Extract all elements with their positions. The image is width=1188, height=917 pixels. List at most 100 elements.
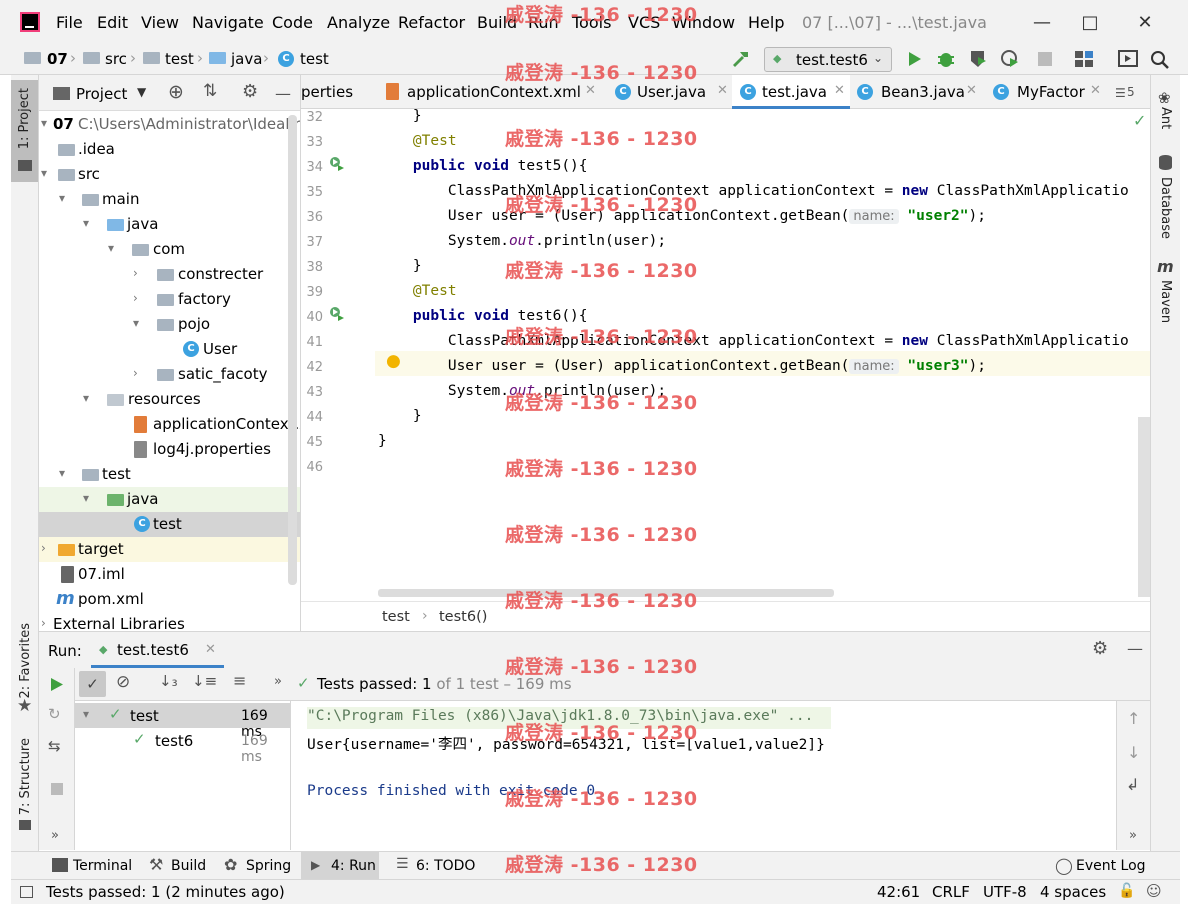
tree-item-pom[interactable]: m pom.xml: [39, 587, 300, 612]
tree-item-idea[interactable]: .idea: [39, 137, 300, 162]
rerun-icon[interactable]: [50, 677, 64, 692]
tree-item-com[interactable]: ▾ com: [39, 237, 300, 262]
chevron-down-icon[interactable]: ▼: [137, 85, 146, 99]
toggle-auto-test-icon[interactable]: ⇆: [48, 737, 61, 755]
favorites-tool-label[interactable]: 2: Favorites: [18, 623, 33, 699]
tab-bean3-java[interactable]: C Bean3.java ✕: [853, 75, 983, 109]
search-icon[interactable]: [1150, 50, 1170, 70]
close-tab-icon[interactable]: ✕: [585, 83, 596, 98]
editor-vertical-scrollbar[interactable]: [1138, 417, 1150, 597]
tree-item-factory[interactable]: › factory: [39, 287, 300, 312]
menu-help[interactable]: Help: [748, 13, 784, 32]
tree-item-satic-facoty[interactable]: › satic_facoty: [39, 362, 300, 387]
project-tool-button[interactable]: 1: Project: [11, 80, 38, 182]
gear-icon[interactable]: ⚙: [1092, 638, 1108, 659]
locate-icon[interactable]: ⊕: [168, 81, 184, 103]
ant-tool-label[interactable]: Ant: [1158, 107, 1173, 129]
sort-duration-icon[interactable]: ↓≡: [192, 672, 217, 690]
tree-item-external-libraries[interactable]: › External Libraries: [39, 612, 300, 631]
database-tool-label[interactable]: Database: [1158, 177, 1173, 239]
line-separator[interactable]: CRLF: [932, 883, 970, 901]
tool-windows-icon[interactable]: [20, 886, 33, 898]
breadcrumb-test-class[interactable]: test: [300, 50, 329, 68]
stop-icon[interactable]: [1038, 52, 1052, 66]
run-test-gutter-icon[interactable]: [329, 306, 345, 321]
tree-item-test-java[interactable]: ▾ java: [39, 487, 300, 512]
tree-item-iml[interactable]: 07.iml: [39, 562, 300, 587]
collapse-all-icon[interactable]: ⇅: [203, 81, 217, 101]
show-passed-toggle[interactable]: ✓: [79, 671, 106, 697]
menu-refactor[interactable]: Refactor: [398, 13, 465, 32]
tree-item-pojo[interactable]: ▾ pojo: [39, 312, 300, 337]
close-icon[interactable]: ✕: [1125, 7, 1165, 39]
sort-alpha-icon[interactable]: ↓₃: [159, 672, 178, 690]
file-encoding[interactable]: UTF-8: [983, 883, 1027, 901]
tree-item-test-folder[interactable]: ▾ test: [39, 462, 300, 487]
tree-item-applicationcontext[interactable]: applicationContext.x: [39, 412, 300, 437]
stop-icon[interactable]: [51, 783, 63, 795]
soft-wrap-icon[interactable]: ↲: [1126, 775, 1139, 794]
lightbulb-icon[interactable]: ●: [386, 351, 401, 371]
tree-item-java[interactable]: ▾ java: [39, 212, 300, 237]
lock-icon[interactable]: 🔓: [1118, 883, 1135, 899]
inspector-icon[interactable]: ☺: [1146, 882, 1162, 900]
tree-item-resources[interactable]: ▾ resources: [39, 387, 300, 412]
maven-tool-label[interactable]: Maven: [1158, 280, 1173, 323]
star-icon[interactable]: ★: [17, 696, 32, 716]
gear-icon[interactable]: ⚙: [242, 81, 258, 102]
tree-item-user[interactable]: C User: [39, 337, 300, 362]
close-tab-icon[interactable]: ✕: [834, 83, 845, 98]
more-actions-icon[interactable]: »: [1129, 828, 1137, 843]
up-arrow-icon[interactable]: ↑: [1127, 709, 1140, 728]
console-output[interactable]: "C:\Program Files (x86)\Java\jdk1.8.0_73…: [291, 701, 1116, 850]
debug-icon[interactable]: [936, 49, 956, 69]
status-message[interactable]: Tests passed: 1 (2 minutes ago): [46, 883, 285, 901]
maximize-icon[interactable]: □: [1070, 7, 1110, 39]
tab-build[interactable]: Build: [171, 858, 206, 874]
tab-properties[interactable]: perties: [301, 75, 379, 109]
run-config-select[interactable]: ◆ test.test6 ⌄: [764, 47, 892, 72]
breadcrumb-src[interactable]: src: [105, 50, 127, 68]
tree-item-log4j[interactable]: log4j.properties: [39, 437, 300, 462]
hide-panel-icon[interactable]: —: [1127, 639, 1143, 658]
breadcrumb-java[interactable]: java: [231, 50, 262, 68]
menu-edit[interactable]: Edit: [97, 13, 128, 32]
more-tabs-icon[interactable]: ☰: [1115, 86, 1126, 100]
tree-item-target[interactable]: › target: [39, 537, 300, 562]
down-arrow-icon[interactable]: ↓: [1127, 743, 1140, 762]
presentation-icon[interactable]: [1118, 50, 1138, 68]
breadcrumb-project[interactable]: 07: [47, 50, 68, 68]
menu-analyze[interactable]: Analyze: [327, 13, 390, 32]
breadcrumb-test[interactable]: test: [165, 50, 194, 68]
tab-spring[interactable]: Spring: [246, 858, 291, 874]
caret-position[interactable]: 42:61: [877, 883, 920, 901]
tree-item-project[interactable]: ▾ 07 C:\Users\Administrator\IdeaPr: [39, 112, 300, 137]
project-view-select[interactable]: Project: [76, 85, 127, 103]
run-tab-test6[interactable]: ◆ test.test6 ✕: [91, 632, 224, 668]
test-tree-row-class[interactable]: ▾ ✓ test 169 ms: [75, 703, 290, 740]
show-ignored-icon[interactable]: ⊘: [116, 672, 130, 692]
menu-navigate[interactable]: Navigate: [192, 13, 264, 32]
tab-myfactory[interactable]: C MyFactor ✕: [989, 75, 1115, 109]
hide-panel-icon[interactable]: —: [275, 84, 291, 103]
run-test-gutter-icon[interactable]: [329, 156, 345, 171]
project-scrollbar[interactable]: [288, 115, 297, 585]
code-editor[interactable]: 32 33 34 35 36 37 38 39 40 41 42 43 44 45 46 } @Test p…: [301, 109, 1150, 601]
menu-view[interactable]: View: [141, 13, 179, 32]
rerun-failed-icon[interactable]: ↻: [48, 705, 61, 723]
tab-terminal[interactable]: Terminal: [73, 858, 132, 874]
project-structure-icon[interactable]: [1074, 50, 1094, 68]
expand-all-icon[interactable]: ≡: [233, 671, 246, 690]
tree-item-constrecter[interactable]: › constrecter: [39, 262, 300, 287]
tab-event-log[interactable]: Event Log: [1076, 858, 1146, 874]
minimize-icon[interactable]: —: [1022, 7, 1062, 39]
tree-item-src[interactable]: ▾ src: [39, 162, 300, 187]
menu-file[interactable]: File: [56, 13, 83, 32]
test-tree-row-method[interactable]: ✓ test6 169 ms: [75, 728, 290, 765]
menu-code[interactable]: Code: [272, 13, 313, 32]
tab-todo[interactable]: 6: TODO: [416, 858, 475, 874]
more-actions-icon[interactable]: »: [51, 828, 59, 843]
more-tabs-count[interactable]: 5: [1127, 85, 1135, 99]
profiler-icon[interactable]: [1000, 49, 1020, 69]
close-tab-icon[interactable]: ✕: [1090, 83, 1101, 98]
